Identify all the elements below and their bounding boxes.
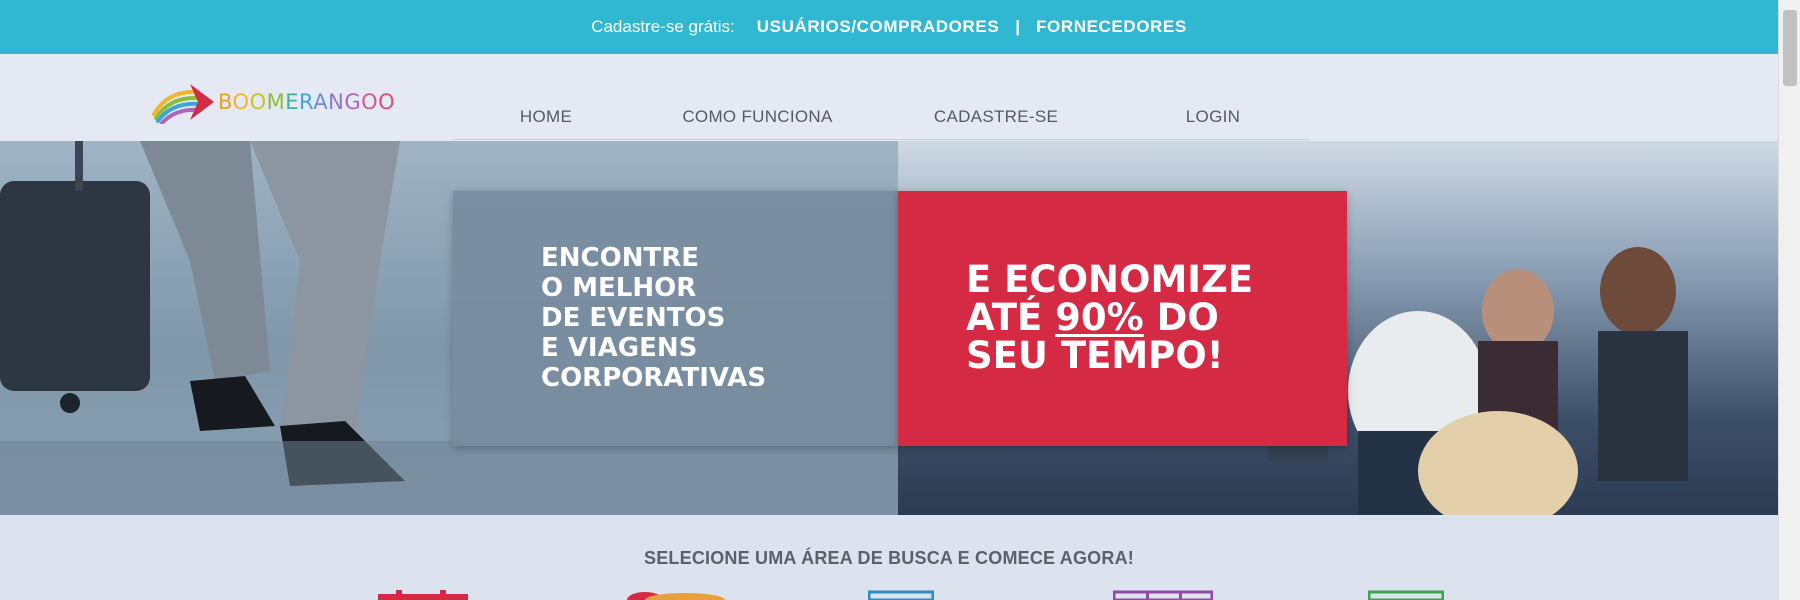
plane-icon[interactable] xyxy=(625,590,725,600)
hero-left-line: O MELHOR xyxy=(541,273,697,303)
nav-home[interactable]: HOME xyxy=(452,94,640,140)
signup-users-link[interactable]: USUÁRIOS/COMPRADORES xyxy=(757,17,999,37)
hero-banner: ENCONTRE O MELHOR DE EVENTOS E VIAGENS C… xyxy=(0,141,1778,515)
hero-headline-left: ENCONTRE O MELHOR DE EVENTOS E VIAGENS C… xyxy=(541,243,766,393)
logo-wordmark: BOOMERANGOO xyxy=(218,90,395,114)
hero-left-line: CORPORATIVAS xyxy=(541,363,767,393)
signup-separator: | xyxy=(1015,17,1021,36)
logo-letter: B xyxy=(218,90,233,114)
logo-letter: O xyxy=(378,90,396,114)
signup-bar: Cadastre-se grátis: USUÁRIOS/COMPRADORES… xyxy=(0,0,1778,54)
hero-headline-right: E ECONOMIZE ATÉ 90% DO SEU TEMPO! xyxy=(966,261,1253,375)
signup-lead-text: Cadastre-se grátis: xyxy=(591,17,735,36)
boomerangoo-logo[interactable]: BOOMERANGOO xyxy=(150,80,395,124)
logo-letter: O xyxy=(232,90,250,114)
logo-letter: O xyxy=(249,90,267,114)
building-icon[interactable] xyxy=(868,590,934,600)
logo-letter: A xyxy=(313,90,329,114)
hero-right-line2-post: DO xyxy=(1143,296,1219,339)
hero-right-line3: SEU TEMPO! xyxy=(966,334,1224,377)
nav-login[interactable]: LOGIN xyxy=(1117,94,1309,140)
nav-cadastre-se[interactable]: CADASTRE-SE xyxy=(875,94,1117,140)
hero-right-line2-pre: ATÉ xyxy=(966,296,1056,339)
grid-icon[interactable] xyxy=(1113,590,1213,600)
logo-letter: R xyxy=(299,90,314,114)
main-nav: HOME COMO FUNCIONA CADASTRE-SE LOGIN xyxy=(452,94,1309,140)
vertical-scrollbar[interactable] xyxy=(1778,0,1800,600)
hero-highlight-90-percent: 90% xyxy=(1055,296,1144,339)
hero-panel-grey: ENCONTRE O MELHOR DE EVENTOS E VIAGENS C… xyxy=(453,191,898,446)
nav-como-funciona[interactable]: COMO FUNCIONA xyxy=(640,94,875,140)
hero-right-line2: ATÉ 90% DO xyxy=(966,299,1253,337)
calendar-icon[interactable] xyxy=(378,590,468,600)
logo-letter: O xyxy=(361,90,379,114)
hero-left-line: ENCONTRE xyxy=(541,243,699,273)
logo-letter: G xyxy=(344,90,362,114)
boomerang-logo-icon xyxy=(152,84,214,124)
hero-right-line1: E ECONOMIZE xyxy=(966,258,1254,301)
hero-left-line: DE EVENTOS xyxy=(541,303,726,333)
logo-letter: N xyxy=(328,90,345,114)
hero-left-line: E VIAGENS xyxy=(541,333,698,363)
logo-letter: E xyxy=(285,90,300,114)
section-title: SELECIONE UMA ÁREA DE BUSCA E COMECE AGO… xyxy=(644,548,1134,568)
site-header: BOOMERANGOO HOME COMO FUNCIONA CADASTRE-… xyxy=(0,54,1778,141)
scrollbar-thumb[interactable] xyxy=(1783,10,1797,86)
signup-suppliers-link[interactable]: FORNECEDORES xyxy=(1036,17,1187,37)
hero-panel-red: E ECONOMIZE ATÉ 90% DO SEU TEMPO! xyxy=(898,191,1347,446)
screen-icon[interactable] xyxy=(1368,590,1444,600)
logo-letter: M xyxy=(266,90,286,114)
page: Cadastre-se grátis: USUÁRIOS/COMPRADORES… xyxy=(0,0,1800,600)
